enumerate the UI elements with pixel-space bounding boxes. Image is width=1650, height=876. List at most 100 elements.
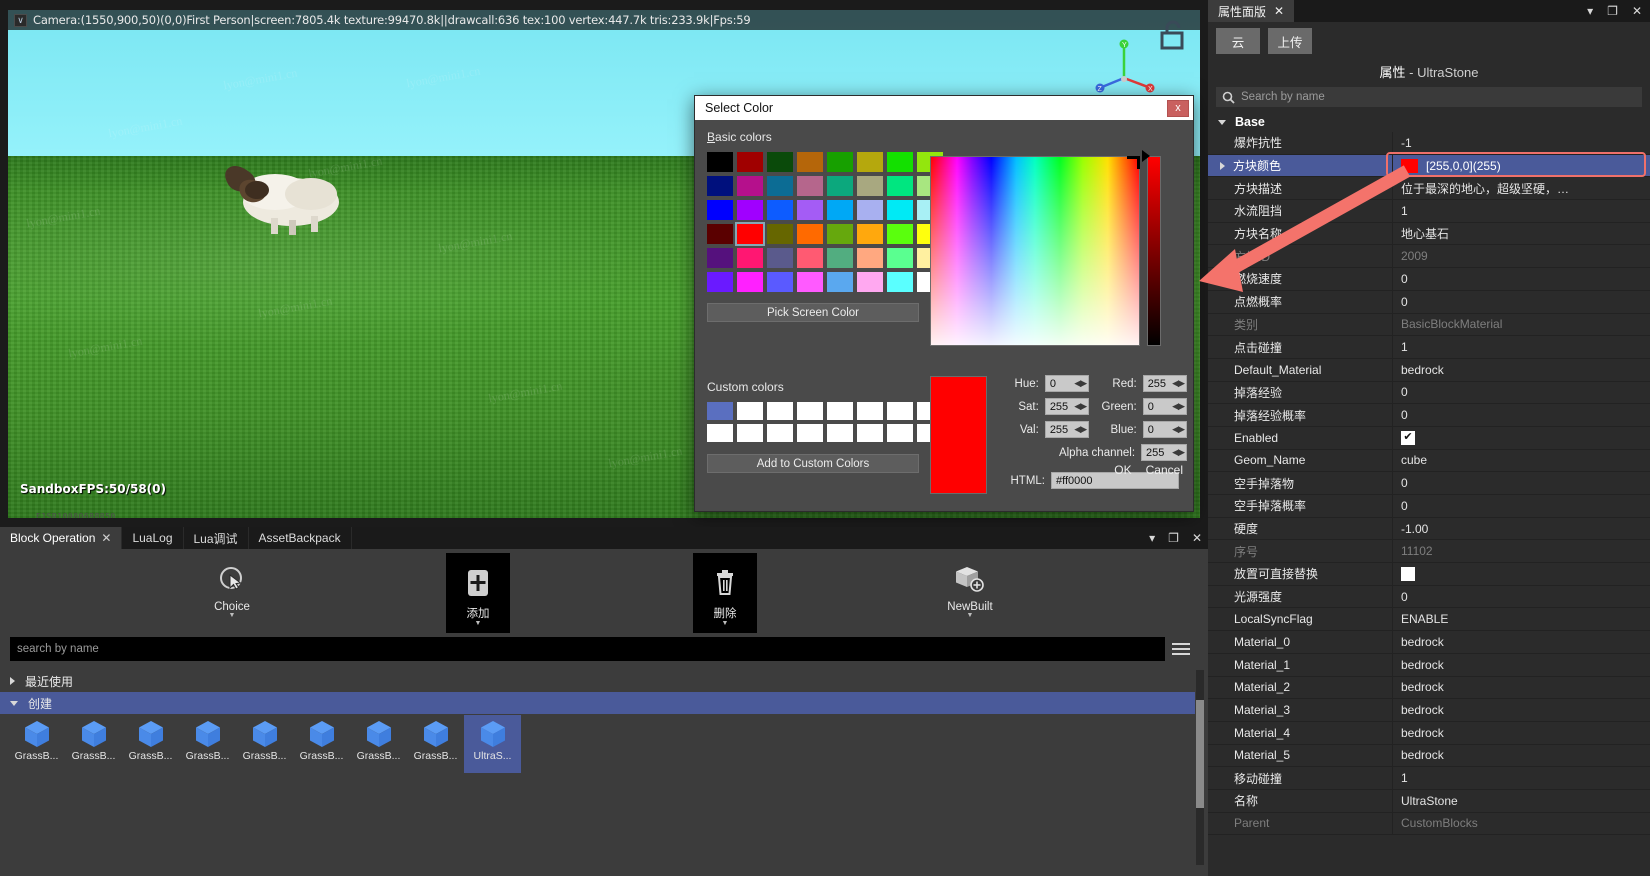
chevron-right-icon[interactable] <box>1220 161 1225 170</box>
minimize-icon[interactable]: ▾ <box>1587 4 1593 18</box>
property-value[interactable]: 2009 <box>1392 245 1650 268</box>
property-value[interactable]: bedrock <box>1392 744 1650 767</box>
basic-color-swatch[interactable] <box>887 272 913 292</box>
add-to-custom-colors-button[interactable]: Add to Custom Colors <box>707 454 919 473</box>
checkbox[interactable]: ✔ <box>1401 430 1415 445</box>
basic-color-swatch[interactable] <box>827 224 853 244</box>
property-row[interactable]: 光源强度 0 <box>1208 585 1650 609</box>
basic-color-swatch[interactable] <box>707 200 733 220</box>
value-slider[interactable] <box>1147 156 1161 346</box>
spinner-arrows-icon[interactable]: ◀▶ <box>1074 399 1087 414</box>
property-value[interactable]: 0 <box>1392 585 1650 608</box>
basic-color-swatch[interactable] <box>797 200 823 220</box>
property-value[interactable]: 0 <box>1392 472 1650 494</box>
basic-color-swatch[interactable] <box>767 200 793 220</box>
tree-row[interactable]: 创建 <box>0 692 1195 714</box>
bottom-tab[interactable]: Lua调试 <box>183 527 249 549</box>
property-value[interactable]: 0 <box>1392 290 1650 313</box>
hud-dropdown-icon[interactable]: ∨ <box>14 13 27 27</box>
spinner-arrows-icon[interactable]: ◀▶ <box>1074 376 1087 391</box>
property-value[interactable]: 地心基石 <box>1392 222 1650 245</box>
custom-color-swatch[interactable] <box>827 402 853 420</box>
property-row[interactable]: 掉落经验概率 0 <box>1208 404 1650 427</box>
basic-color-swatch[interactable] <box>887 152 913 172</box>
custom-color-swatch[interactable] <box>887 424 913 442</box>
property-value[interactable]: 1 <box>1392 767 1650 789</box>
basic-color-swatch[interactable] <box>767 224 793 244</box>
basic-color-swatch[interactable] <box>767 152 793 172</box>
property-row[interactable]: 硬度 -1.00 <box>1208 517 1650 541</box>
ok-button[interactable]: OK <box>1114 463 1131 477</box>
property-row[interactable]: 掉落经验 0 <box>1208 381 1650 405</box>
cloud-button[interactable]: 云 <box>1216 28 1260 54</box>
basic-color-swatch[interactable] <box>887 248 913 268</box>
alpha-input[interactable]: 255 ◀▶ <box>1141 444 1187 461</box>
asset-item[interactable]: GrassB... <box>236 715 293 773</box>
asset-item[interactable]: GrassB... <box>8 715 65 773</box>
basic-color-swatch[interactable] <box>827 200 853 220</box>
chevron-down-icon[interactable] <box>1218 119 1226 125</box>
basic-color-swatch[interactable] <box>827 152 853 172</box>
property-row[interactable]: 移动碰撞 1 <box>1208 767 1650 790</box>
property-row[interactable]: 类别 BasicBlockMaterial <box>1208 313 1650 337</box>
property-value[interactable]: -1 <box>1392 132 1650 154</box>
properties-search[interactable]: Search by name <box>1216 87 1642 107</box>
basic-color-swatch[interactable] <box>797 152 823 172</box>
basic-color-swatch[interactable] <box>797 224 823 244</box>
bottom-tab[interactable]: Block Operation ✕ <box>0 527 123 549</box>
basic-color-swatch[interactable] <box>767 272 793 292</box>
property-row[interactable]: 方块描述 位于最深的地心，超级坚硬，… <box>1208 177 1650 201</box>
chevron-down-icon[interactable]: ▼ <box>475 620 482 627</box>
property-value[interactable]: 1 <box>1392 336 1650 358</box>
hue-input[interactable]: 0 ◀▶ <box>1044 375 1090 392</box>
dialog-titlebar[interactable]: Select Color x <box>695 96 1193 120</box>
chevron-down-icon[interactable]: ▼ <box>722 620 729 627</box>
property-value[interactable]: bedrock <box>1392 676 1650 699</box>
property-value[interactable]: 11102 <box>1392 540 1650 563</box>
chevron-down-icon[interactable] <box>10 700 18 706</box>
property-value[interactable]: 1 <box>1392 200 1650 222</box>
green-input[interactable]: 0 ◀▶ <box>1142 398 1188 415</box>
basic-color-swatch[interactable] <box>857 248 883 268</box>
property-value[interactable]: 0 <box>1392 495 1650 517</box>
basic-color-swatch[interactable] <box>737 176 763 196</box>
value-slider-handle-icon[interactable] <box>1142 150 1150 162</box>
property-row[interactable]: 燃烧速度 0 <box>1208 268 1650 291</box>
property-value[interactable]: bedrock <box>1392 653 1650 676</box>
property-value[interactable]: cube <box>1392 449 1650 472</box>
custom-color-swatch[interactable] <box>887 402 913 420</box>
custom-color-swatch[interactable] <box>827 424 853 442</box>
asset-item[interactable]: GrassB... <box>179 715 236 773</box>
asset-item[interactable]: GrassB... <box>350 715 407 773</box>
basic-color-swatch[interactable] <box>887 200 913 220</box>
basic-color-swatch[interactable] <box>827 176 853 196</box>
asset-item[interactable]: GrassB... <box>65 715 122 773</box>
asset-item[interactable]: UltraS... <box>464 715 521 773</box>
property-row[interactable]: 点击碰撞 1 <box>1208 336 1650 359</box>
property-value[interactable]: 0 <box>1392 381 1650 404</box>
property-value[interactable] <box>1392 563 1650 585</box>
blue-input[interactable]: 0 ◀▶ <box>1142 421 1188 438</box>
chevron-right-icon[interactable] <box>10 677 15 685</box>
custom-color-swatch[interactable] <box>767 402 793 420</box>
property-row[interactable]: Material_4 bedrock <box>1208 721 1650 745</box>
close-icon[interactable]: ✕ <box>1274 4 1284 18</box>
property-row[interactable]: 放置可直接替换 <box>1208 563 1650 586</box>
basic-color-swatch[interactable] <box>767 176 793 196</box>
property-value[interactable]: bedrock <box>1392 721 1650 744</box>
property-row[interactable]: 空手掉落物 0 <box>1208 472 1650 495</box>
tree-row[interactable]: 最近使用 <box>0 670 1195 692</box>
property-value[interactable]: [255,0,0](255) <box>1392 154 1650 177</box>
basic-color-swatch[interactable] <box>737 200 763 220</box>
basic-color-swatch[interactable] <box>797 248 823 268</box>
property-row[interactable]: Enabled ✔ <box>1208 426 1650 450</box>
menu-icon[interactable] <box>1172 639 1192 659</box>
basic-color-swatch[interactable] <box>737 152 763 172</box>
basic-color-swatch[interactable] <box>827 272 853 292</box>
bottom-tab[interactable]: AssetBackpack <box>248 527 352 549</box>
lock-open-icon[interactable] <box>1158 18 1188 52</box>
close-icon[interactable]: ✕ <box>1632 4 1642 18</box>
close-icon[interactable]: ✕ <box>1192 531 1202 545</box>
tool-delete[interactable]: 删除 ▼ <box>693 553 757 633</box>
saturation-value-picker[interactable] <box>930 156 1140 346</box>
